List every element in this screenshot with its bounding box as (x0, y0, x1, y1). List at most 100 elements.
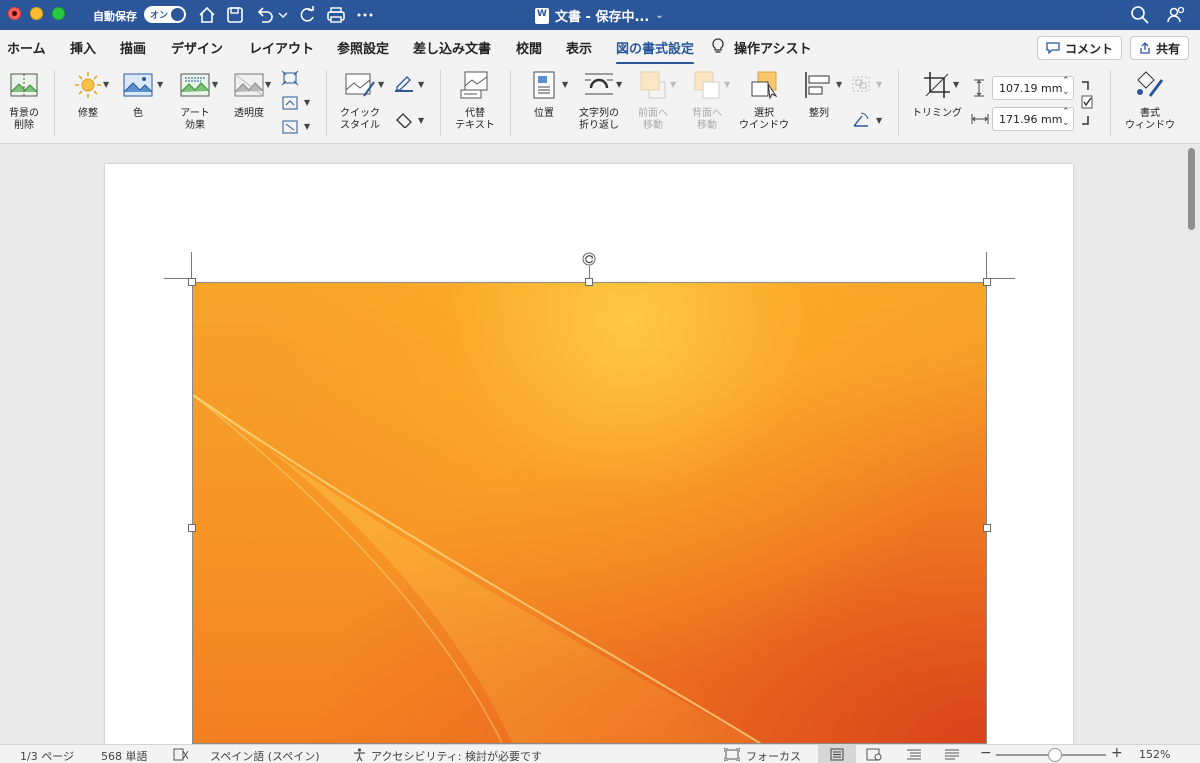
quick-styles-dropdown-icon[interactable]: ▼ (378, 80, 384, 89)
resize-handle-top-right[interactable] (983, 278, 991, 286)
share-button-label: 共有 (1156, 41, 1181, 56)
accessibility-icon[interactable] (352, 747, 367, 762)
close-window-button[interactable] (8, 7, 21, 20)
minimize-window-button[interactable] (30, 7, 43, 20)
picture-border-icon[interactable] (394, 74, 414, 92)
draft-view-icon[interactable] (944, 748, 960, 761)
zoom-out-button[interactable]: − (980, 745, 992, 761)
send-backward-dropdown-icon[interactable]: ▼ (724, 80, 730, 89)
tab-picture-format[interactable]: 図の書式設定 (616, 38, 695, 65)
tab-design[interactable]: デザイン (171, 38, 223, 57)
word-count[interactable]: 568 単語 (101, 748, 148, 763)
more-icon[interactable] (354, 4, 376, 26)
rotate-dropdown-icon[interactable]: ▼ (876, 116, 882, 125)
undo-icon[interactable] (254, 4, 276, 26)
corrections-dropdown-icon[interactable]: ▼ (103, 80, 109, 89)
crop-button[interactable]: トリミング (908, 70, 966, 120)
tab-tell-me[interactable]: 操作アシスト (734, 38, 811, 57)
rotate-icon[interactable] (850, 110, 872, 130)
ribbon-separator (326, 70, 327, 136)
language-indicator[interactable]: スペイン語 (スペイン) (210, 748, 320, 763)
resize-handle-left[interactable] (188, 524, 196, 532)
comment-button[interactable]: コメント (1037, 36, 1123, 60)
undo-dropdown-icon[interactable] (276, 4, 290, 26)
change-picture-icon[interactable] (281, 95, 299, 111)
web-layout-icon[interactable] (866, 748, 882, 761)
align-button[interactable]: 整列 (797, 70, 841, 120)
tab-insert[interactable]: 挿入 (70, 38, 96, 57)
focus-icon[interactable] (724, 748, 740, 761)
group-dropdown-icon[interactable]: ▼ (876, 80, 882, 89)
outline-view-icon[interactable] (906, 748, 922, 761)
zoom-in-button[interactable]: + (1111, 745, 1123, 761)
scrollbar-thumb[interactable] (1188, 148, 1195, 230)
picture-border-dropdown-icon[interactable]: ▼ (418, 80, 424, 89)
tab-draw[interactable]: 描画 (120, 38, 146, 57)
position-button[interactable]: 位置 (522, 70, 566, 120)
compress-pictures-icon[interactable] (281, 70, 299, 86)
page-count[interactable]: 1/3 ページ (20, 748, 74, 763)
proofing-icon[interactable] (173, 748, 189, 761)
tab-review[interactable]: 校閲 (516, 38, 542, 57)
tab-view[interactable]: 表示 (566, 38, 592, 57)
transparency-button[interactable]: 透明度 (227, 70, 271, 120)
vertical-scrollbar[interactable] (1183, 144, 1200, 744)
bring-forward-label-1: 前面へ (638, 108, 668, 119)
share-button[interactable]: 共有 (1130, 36, 1190, 60)
print-icon[interactable] (325, 4, 347, 26)
tab-home[interactable]: ホーム (7, 38, 46, 57)
zoom-slider-thumb[interactable] (1048, 748, 1062, 762)
title-chevron-icon: ⌄ (655, 10, 664, 21)
document-title[interactable]: 文書 - 保存中... ⌄ (535, 6, 664, 25)
height-value: 107.19 mm (999, 82, 1063, 95)
quick-styles-icon (345, 73, 375, 97)
change-picture-dropdown-icon[interactable]: ▼ (304, 98, 310, 107)
corrections-button[interactable]: 修整 (64, 70, 112, 120)
home-icon[interactable] (196, 4, 218, 26)
zoom-level[interactable]: 152% (1139, 748, 1170, 761)
selection-pane-icon (751, 71, 778, 100)
height-stepper[interactable]: ⌃ ⌄ (1062, 76, 1070, 98)
align-icon (805, 72, 830, 98)
tab-layout[interactable]: レイアウト (249, 38, 314, 57)
color-button[interactable]: 色 (118, 70, 158, 120)
remove-background-button[interactable]: 背景の 削除 (4, 70, 44, 132)
search-icon[interactable] (1129, 4, 1151, 26)
rotate-handle-icon[interactable] (582, 252, 596, 266)
reset-picture-dropdown-icon[interactable]: ▼ (304, 122, 310, 131)
format-pane-button[interactable]: 書式 ウィンドウ (1120, 70, 1180, 132)
tab-mailings[interactable]: 差し込み文書 (413, 38, 491, 57)
maximize-window-button[interactable] (52, 7, 65, 20)
position-dropdown-icon[interactable]: ▼ (562, 80, 568, 89)
accessibility-status[interactable]: アクセシビリティ: 検討が必要です (371, 748, 542, 763)
transparency-dropdown-icon[interactable]: ▼ (265, 80, 271, 89)
alt-text-button[interactable]: 代替 テキスト (450, 70, 500, 132)
picture-effects-icon[interactable] (394, 110, 414, 128)
save-icon[interactable] (224, 4, 246, 26)
resize-handle-right[interactable] (983, 524, 991, 532)
picture-effects-dropdown-icon[interactable]: ▼ (418, 116, 424, 125)
color-dropdown-icon[interactable]: ▼ (157, 80, 163, 89)
comment-button-label: コメント (1065, 41, 1114, 56)
focus-mode[interactable]: フォーカス (746, 748, 801, 763)
autosave-toggle[interactable]: オン (144, 6, 186, 23)
artistic-dropdown-icon[interactable]: ▼ (212, 80, 218, 89)
redo-icon[interactable] (296, 4, 318, 26)
share-people-icon[interactable] (1165, 4, 1187, 26)
bring-forward-dropdown-icon[interactable]: ▼ (670, 80, 676, 89)
lock-aspect-ratio-icon[interactable] (1078, 78, 1094, 128)
width-stepper[interactable]: ⌃ ⌄ (1062, 107, 1070, 129)
print-layout-view-button[interactable] (818, 745, 856, 763)
resize-handle-top-left[interactable] (188, 278, 196, 286)
resize-handle-top[interactable] (585, 278, 593, 286)
wrap-text-dropdown-icon[interactable]: ▼ (616, 80, 622, 89)
group-icon[interactable] (850, 74, 872, 94)
reset-picture-icon[interactable] (281, 119, 299, 135)
crop-dropdown-icon[interactable]: ▼ (953, 80, 959, 89)
selected-picture[interactable] (192, 282, 987, 744)
align-dropdown-icon[interactable]: ▼ (836, 80, 842, 89)
selection-pane-button[interactable]: 選択 ウインドウ (736, 70, 792, 132)
tab-references[interactable]: 参照設定 (337, 38, 389, 57)
send-backward-label-1: 背面へ (692, 108, 722, 119)
height-icon (974, 79, 984, 97)
